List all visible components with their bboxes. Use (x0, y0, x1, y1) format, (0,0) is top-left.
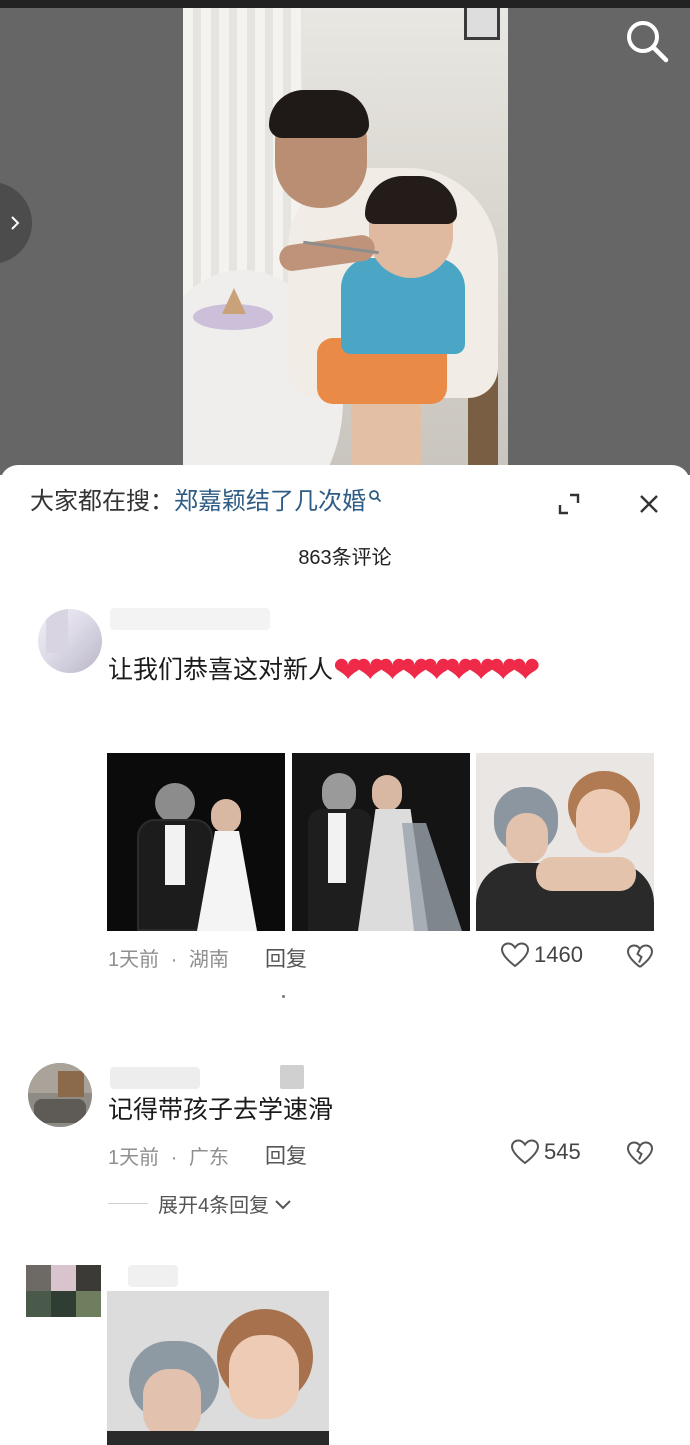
side-panel-tab[interactable] (0, 182, 32, 264)
expand-replies-button[interactable]: 展开4条回复 (108, 1189, 293, 1218)
dislike-button[interactable] (626, 1140, 654, 1168)
hot-search-link[interactable]: 大家都在搜：郑嘉颖结了几次婚 (30, 487, 382, 517)
avatar[interactable] (28, 1063, 92, 1127)
search-icon (627, 21, 669, 63)
comment-body: 让我们恭喜这对新人 (108, 656, 334, 684)
video-frame (183, 8, 508, 475)
expand-button[interactable] (556, 491, 582, 517)
comment-image[interactable] (107, 753, 285, 931)
heart-outline-icon (500, 942, 530, 968)
username-blurred[interactable] (128, 1265, 178, 1287)
comment-count: 863条评论 (298, 547, 392, 569)
search-small-icon (369, 490, 382, 503)
comment-sheet: 大家都在搜：郑嘉颖结了几次婚 863条评论 让我们恭喜这对新人❤❤❤❤❤❤❤❤❤ (0, 465, 690, 1445)
reply-button[interactable]: 回复 (265, 943, 307, 973)
close-button[interactable] (636, 491, 662, 517)
comment-meta: 1天前 · 广东 (108, 1141, 229, 1170)
man-hair (269, 90, 369, 138)
chevron-down-icon (275, 1199, 291, 1209)
meta-separator: · (170, 1147, 178, 1169)
close-icon (640, 495, 658, 513)
comment-meta: 1天前 · 湖南 (108, 943, 229, 972)
dislike-button[interactable] (626, 943, 654, 971)
broken-heart-icon (626, 944, 654, 968)
comment-image[interactable] (107, 1291, 329, 1445)
chevron-right-icon (11, 216, 20, 230)
comment-time: 1天前 (108, 949, 160, 971)
avatar[interactable] (38, 609, 102, 673)
meta-separator: · (170, 949, 178, 971)
comment-image[interactable] (476, 753, 654, 931)
like-count: 545 (544, 1139, 581, 1164)
comment-image[interactable] (292, 753, 470, 931)
avatar[interactable] (26, 1265, 102, 1317)
divider-dot (282, 995, 285, 998)
username-blurred[interactable] (110, 608, 270, 630)
hot-search-term[interactable]: 郑嘉颖结了几次婚 (174, 488, 366, 515)
video-player[interactable] (0, 0, 690, 475)
comment-time: 1天前 (108, 1147, 160, 1169)
like-button[interactable]: 545 (510, 1138, 581, 1166)
divider-line (108, 1203, 148, 1204)
expand-icon (558, 493, 580, 515)
wall-frame (464, 8, 500, 40)
heart-emojis: ❤❤❤❤❤❤❤❤❤ (333, 649, 541, 690)
username-blurred[interactable] (110, 1067, 200, 1089)
username-blurred-badge (280, 1065, 304, 1089)
heart-outline-icon (510, 1139, 540, 1165)
like-count: 1460 (534, 942, 583, 967)
status-strip (0, 0, 690, 8)
expand-replies-label: 展开4条回复 (158, 1195, 270, 1217)
search-button[interactable] (624, 18, 670, 64)
broken-heart-icon (626, 1141, 654, 1165)
like-button[interactable]: 1460 (500, 941, 583, 969)
comment-text: 记得带孩子去学速滑 (108, 1096, 334, 1124)
reply-button[interactable]: 回复 (265, 1140, 307, 1170)
comment-location: 广东 (188, 1147, 229, 1169)
hot-search-prefix: 大家都在搜： (30, 488, 174, 515)
comment-location: 湖南 (188, 949, 229, 971)
comment-text: 让我们恭喜这对新人❤❤❤❤❤❤❤❤❤ (108, 647, 658, 693)
